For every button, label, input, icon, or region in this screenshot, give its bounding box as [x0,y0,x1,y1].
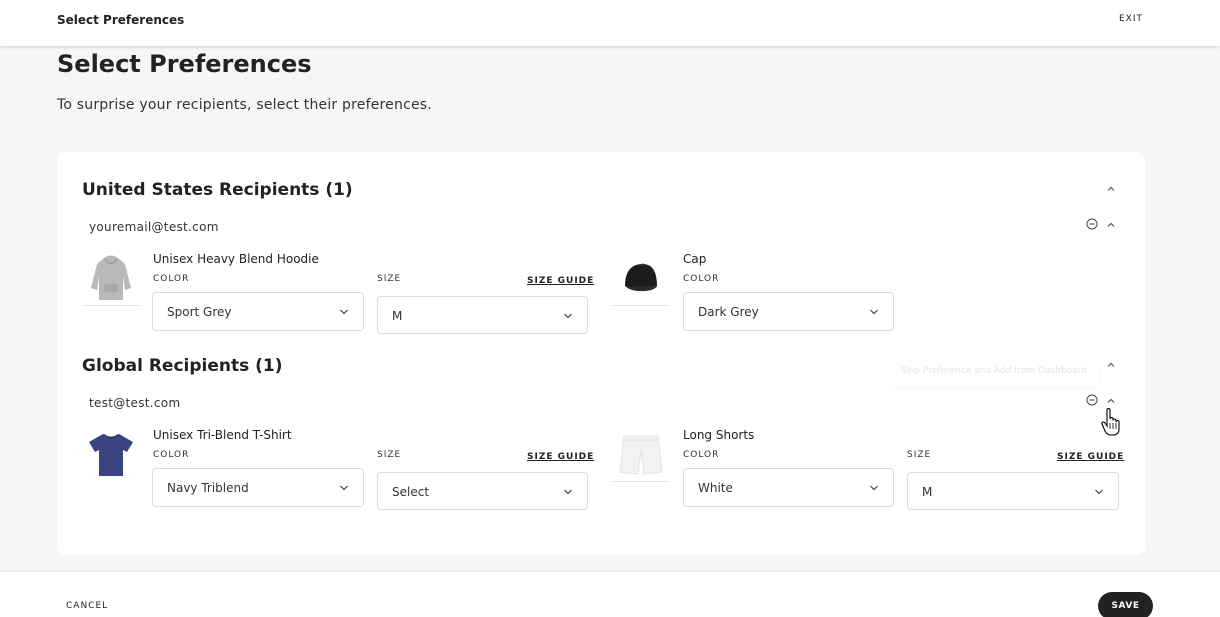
chevron-down-icon [564,489,572,495]
cap-icon [625,263,657,291]
recipients-card: United States Recipients (1) youremail@t… [57,152,1145,555]
color-select-value: Navy Triblend [167,481,249,495]
size-guide-link[interactable]: SIZE GUIDE [1057,452,1124,462]
size-select-value: M [392,309,403,323]
recipient-email: youremail@test.com [89,220,219,234]
color-label: COLOR [683,450,720,460]
chevron-down-icon [870,309,878,315]
size-select[interactable]: M [377,296,588,334]
color-label: COLOR [153,450,190,460]
product-thumbnail [612,250,670,306]
size-select[interactable]: Select [377,472,588,510]
color-select[interactable]: White [683,468,894,507]
remove-circle-icon[interactable] [1086,394,1098,406]
product-name: Unisex Tri-Blend T-Shirt [153,428,292,442]
size-label: SIZE [907,450,932,460]
footer-bar: CANCEL SAVE [0,572,1220,617]
page-title: Select Preferences [57,50,312,78]
cancel-button[interactable]: CANCEL [66,601,108,611]
chevron-down-icon [564,313,572,319]
color-select-value: White [698,481,733,495]
tshirt-icon [89,434,133,476]
group-title-us: United States Recipients (1) [82,180,353,200]
size-select-value: Select [392,485,430,499]
chevron-down-icon [870,485,878,491]
chevron-up-icon[interactable] [1106,220,1116,230]
save-button[interactable]: SAVE [1098,592,1153,617]
size-guide-link[interactable]: SIZE GUIDE [527,276,594,286]
chevron-down-icon [1095,489,1103,495]
product-name: Unisex Heavy Blend Hoodie [153,252,319,266]
hand-cursor-icon [1101,408,1120,436]
product-name: Long Shorts [683,428,755,442]
color-label: COLOR [683,274,720,284]
top-bar: Select Preferences EXIT [0,0,1220,46]
size-guide-link[interactable]: SIZE GUIDE [527,452,594,462]
color-label: COLOR [153,274,190,284]
chevron-down-icon [340,309,348,315]
product-thumbnail [82,250,140,306]
shorts-icon [619,435,663,475]
color-select-value: Dark Grey [698,305,759,319]
remove-circle-icon[interactable] [1086,218,1098,230]
size-label: SIZE [377,274,402,284]
size-label: SIZE [377,450,402,460]
chevron-up-icon[interactable] [1106,396,1116,406]
product-name: Cap [683,252,707,266]
color-select[interactable]: Navy Triblend [152,468,364,507]
color-select[interactable]: Dark Grey [683,292,894,331]
color-select-value: Sport Grey [167,305,232,319]
page-subtitle: To surprise your recipients, select thei… [57,97,432,113]
chevron-down-icon [340,485,348,491]
topbar-title: Select Preferences [57,13,185,27]
color-select[interactable]: Sport Grey [152,292,364,331]
chevron-up-icon[interactable] [1106,184,1116,194]
group-title-global: Global Recipients (1) [82,356,283,376]
skip-preference-tooltip: Skip Preference and Add from Dashboard [889,358,1099,386]
size-select-value: M [922,485,933,499]
chevron-up-icon[interactable] [1106,360,1116,370]
exit-button[interactable]: EXIT [1119,14,1143,24]
hoodie-icon [91,255,131,300]
recipient-email: test@test.com [89,396,181,410]
product-thumbnail [82,426,140,482]
size-select[interactable]: M [907,472,1119,510]
product-thumbnail [612,426,670,482]
